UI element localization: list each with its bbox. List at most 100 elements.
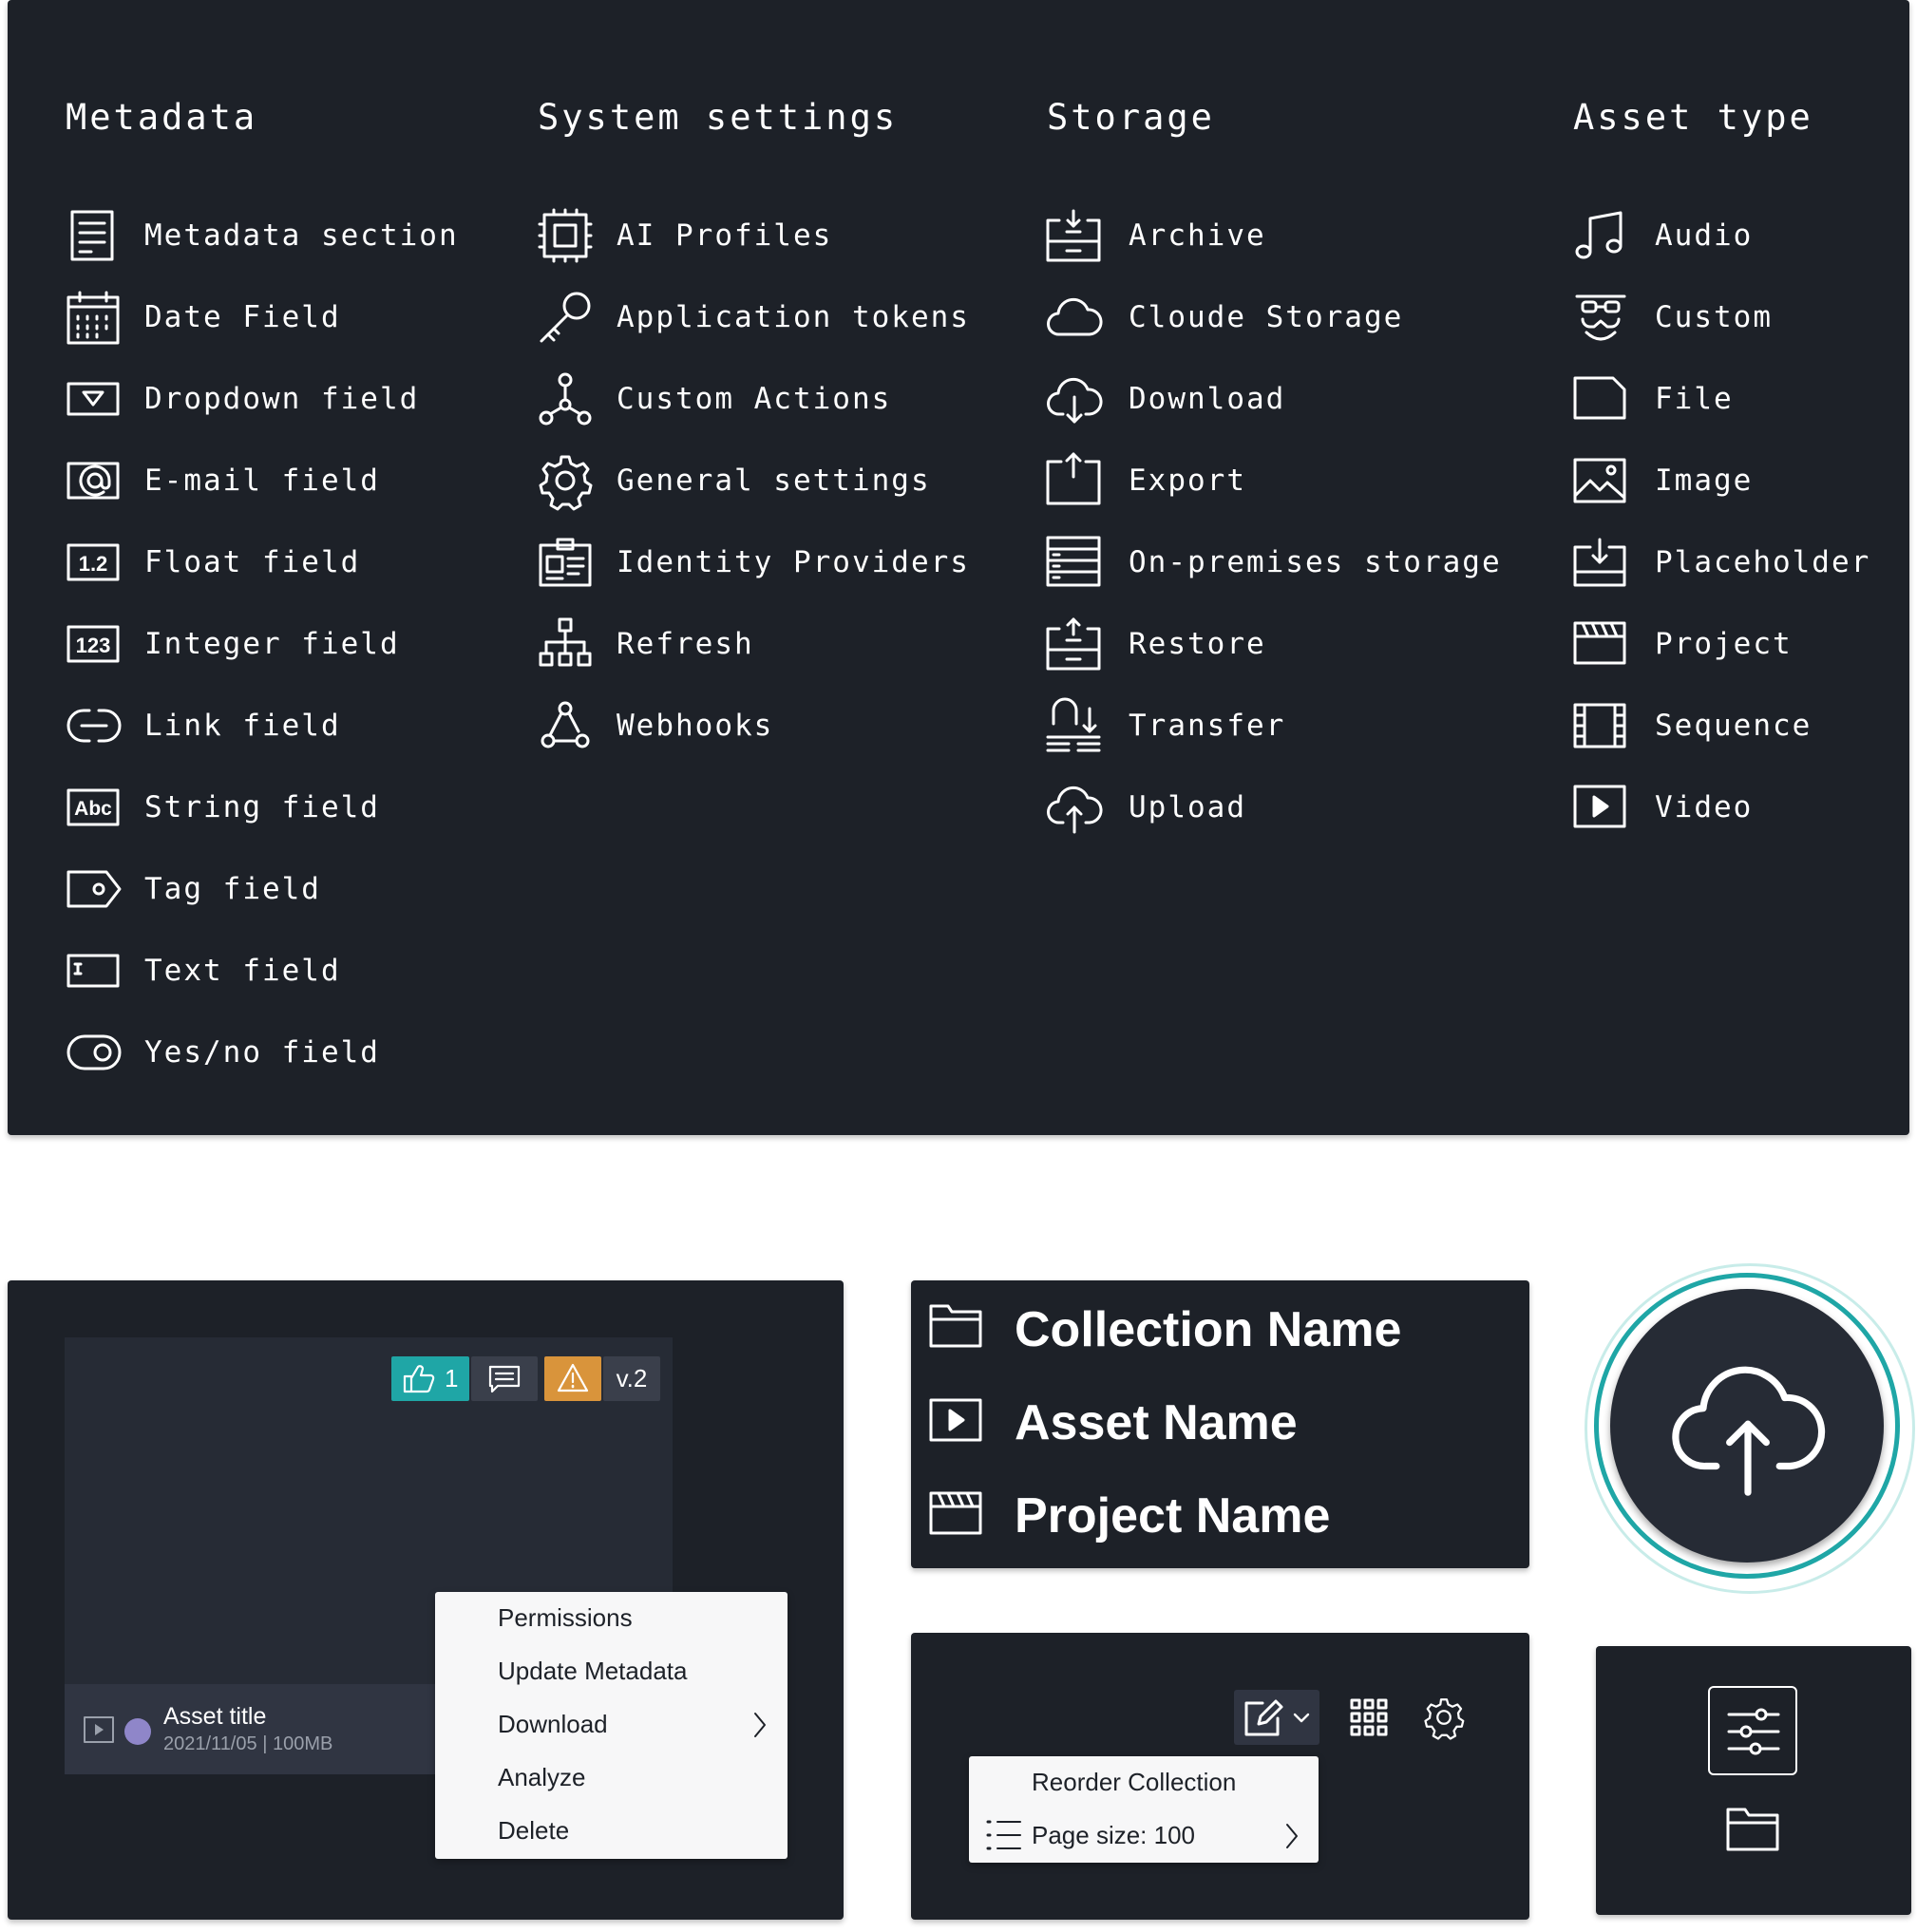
comments-button[interactable]: [471, 1356, 538, 1401]
legend-item-label: On-premises storage: [1129, 545, 1502, 579]
chevron-down-icon: [1293, 1713, 1310, 1723]
column-title-system-settings: System settings: [538, 97, 899, 138]
video-icon: [84, 1716, 114, 1743]
column-title-asset-type: Asset type: [1573, 97, 1813, 138]
legend-item-label: Sequence: [1655, 709, 1813, 743]
music-note-icon: [1575, 211, 1623, 259]
legend-item-label: Custom: [1655, 300, 1773, 334]
key-icon: [540, 292, 591, 343]
chip-icon: [538, 208, 593, 263]
cloud-upload-icon: [1672, 1366, 1826, 1496]
dropdown-icon: [66, 382, 120, 416]
legend-item-label: AI Profiles: [617, 218, 833, 253]
cloud-download-icon: [1047, 377, 1103, 424]
asset-size: 100MB: [272, 1733, 333, 1754]
tag-icon: [66, 870, 122, 908]
legend-item-label: Link field: [144, 709, 341, 743]
legend-item-label: Audio: [1655, 218, 1754, 253]
legend-item-label: Dropdown field: [144, 382, 420, 416]
server-icon: [1046, 536, 1101, 587]
svg-text:Abc: Abc: [74, 798, 112, 820]
warning-icon: [557, 1363, 589, 1392]
grid-view-icon[interactable]: [1350, 1698, 1388, 1736]
asset-card-panel: 1 v.2 Asset title 2021/11/05 | 100MB Per…: [8, 1280, 844, 1920]
integer-icon: 123: [66, 625, 120, 663]
legend-item-label: File: [1655, 382, 1734, 416]
menu-item-reorder-collection[interactable]: Reorder Collection: [1032, 1768, 1236, 1797]
video-icon: [1573, 785, 1626, 828]
file-icon: [1573, 376, 1626, 420]
placeholder-icon: [1573, 538, 1626, 587]
collection-name[interactable]: Collection Name: [1015, 1301, 1401, 1358]
legend-item-label: Integer field: [144, 627, 400, 661]
filter-button[interactable]: [1708, 1686, 1797, 1775]
icon-legend-panel: Metadata System settings Storage Asset t…: [8, 0, 1909, 1135]
legend-item-label: Text field: [144, 954, 341, 988]
calendar-icon: [66, 291, 120, 345]
context-menu: Permissions Update Metadata Download Ana…: [435, 1592, 788, 1859]
chevron-right-icon: [754, 1713, 766, 1737]
toggle-icon: [66, 1034, 122, 1070]
nodes-icon: [539, 372, 592, 426]
asset-title: Asset title: [163, 1703, 267, 1730]
edit-icon: [1244, 1699, 1283, 1736]
image-icon: [1573, 458, 1626, 503]
legend-item-label: Upload: [1129, 790, 1246, 824]
float-icon: 1.2: [66, 543, 120, 581]
asset-name[interactable]: Asset Name: [1015, 1394, 1298, 1451]
comment-icon: [488, 1365, 521, 1393]
legend-item-label: Tag field: [144, 872, 321, 906]
filter-panel: [1596, 1646, 1911, 1915]
legend-item-label: Custom Actions: [617, 382, 892, 416]
menu-item-update-metadata[interactable]: Update Metadata: [498, 1657, 687, 1686]
menu-item-permissions[interactable]: Permissions: [498, 1603, 633, 1633]
legend-item-label: Image: [1655, 464, 1754, 498]
transfer-icon: [1046, 697, 1101, 752]
project-name[interactable]: Project Name: [1015, 1487, 1330, 1544]
warning-badge[interactable]: [544, 1356, 601, 1401]
video-icon: [929, 1398, 982, 1442]
menu-item-page-size[interactable]: Page size: 100: [1032, 1821, 1195, 1850]
legend-item-label: Export: [1129, 464, 1246, 498]
version-badge[interactable]: v.2: [603, 1356, 660, 1401]
like-count: 1: [445, 1364, 459, 1392]
webhook-icon: [541, 701, 590, 748]
export-icon: [1046, 452, 1101, 505]
hierarchy-icon: [539, 617, 592, 667]
legend-item-label: Restore: [1129, 627, 1266, 661]
legend-item-label: General settings: [617, 464, 931, 498]
archive-icon: [1046, 209, 1101, 262]
disguise-icon: [1575, 294, 1626, 341]
legend-item-label: Cloude Storage: [1129, 300, 1404, 334]
folder-icon[interactable]: [1726, 1808, 1779, 1851]
edit-dropdown-button[interactable]: [1234, 1690, 1319, 1745]
legend-item-label: Yes/no field: [144, 1035, 380, 1070]
legend-item-label: Archive: [1129, 218, 1266, 253]
chevron-right-icon: [1286, 1824, 1298, 1848]
like-button[interactable]: 1: [391, 1356, 469, 1401]
meta-separator: |: [262, 1733, 268, 1754]
gear-icon[interactable]: [1424, 1697, 1465, 1740]
legend-item-label: Placeholder: [1655, 545, 1871, 579]
id-card-icon: [539, 538, 592, 587]
at-sign-icon: [66, 462, 120, 500]
clapperboard-icon: [929, 1491, 982, 1535]
column-title-metadata: Metadata: [66, 97, 258, 138]
menu-item-download[interactable]: Download: [498, 1710, 608, 1739]
restore-icon: [1046, 617, 1101, 671]
legend-item-label: Application tokens: [617, 300, 970, 334]
cloud-icon: [1047, 297, 1103, 336]
collection-toolbar-panel: Reorder Collection Page size: 100: [911, 1633, 1529, 1920]
gear-icon: [539, 455, 593, 511]
avatar: [124, 1718, 151, 1745]
asset-date: 2021/11/05: [163, 1733, 257, 1754]
legend-item-label: Webhooks: [617, 709, 774, 743]
asset-meta: 2021/11/05 | 100MB: [163, 1733, 332, 1755]
menu-item-analyze[interactable]: Analyze: [498, 1763, 586, 1792]
upload-button[interactable]: [1610, 1289, 1884, 1563]
cloud-upload-icon: [1047, 786, 1103, 834]
legend-item-label: Project: [1655, 627, 1793, 661]
film-strip-icon: [1573, 703, 1626, 748]
legend-item-label: Float field: [144, 545, 361, 579]
menu-item-delete[interactable]: Delete: [498, 1816, 569, 1846]
